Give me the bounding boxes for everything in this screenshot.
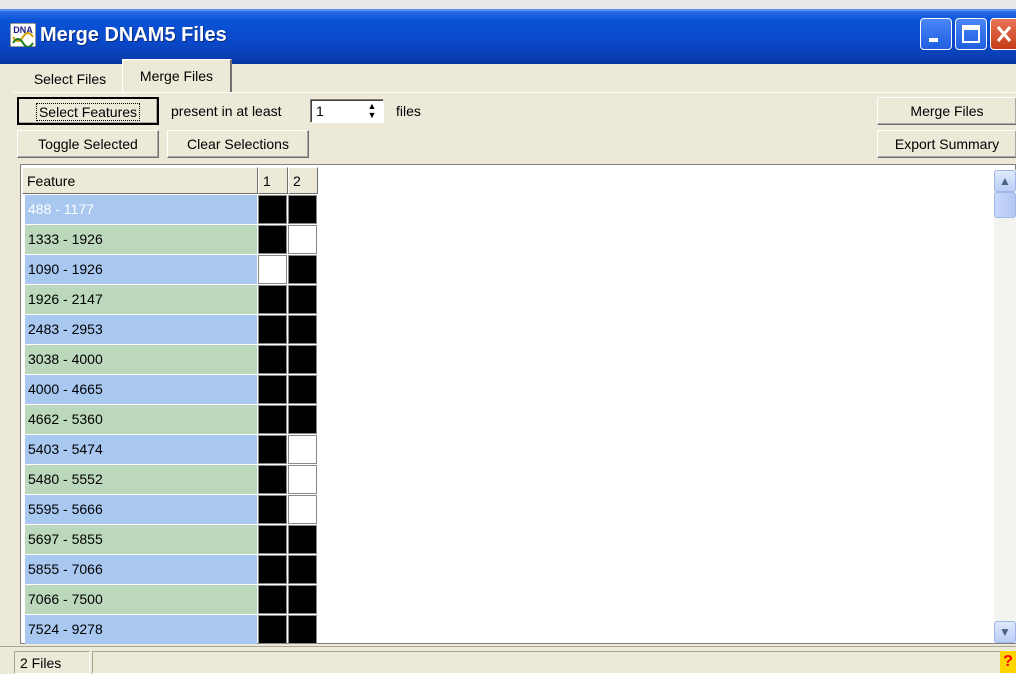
status-file-count: 2 Files [14, 651, 90, 674]
spin-arrows-icon[interactable]: ▲ ▼ [363, 102, 381, 120]
table-row[interactable]: 4662 - 5360 [22, 405, 318, 435]
present-label: present in at least [171, 103, 282, 119]
feature-label[interactable]: 4662 - 5360 [25, 405, 257, 434]
header-feature[interactable]: Feature [22, 167, 258, 194]
table-row[interactable]: 7524 - 9278 [22, 615, 318, 644]
table-row[interactable]: 1090 - 1926 [22, 255, 318, 285]
feature-label[interactable]: 488 - 1177 [25, 195, 257, 224]
select-features-button[interactable]: Select Features [17, 97, 159, 125]
export-summary-button[interactable]: Export Summary [877, 130, 1016, 158]
feature-label[interactable]: 1090 - 1926 [25, 255, 257, 284]
grid-header: Feature 1 2 [22, 167, 318, 194]
table-row[interactable]: 1926 - 2147 [22, 285, 318, 315]
presence-cell-file-2[interactable] [288, 585, 317, 614]
table-row[interactable]: 5697 - 5855 [22, 525, 318, 555]
minimize-button[interactable] [920, 18, 952, 50]
presence-cell-file-1[interactable] [258, 255, 287, 284]
maximize-button[interactable] [955, 18, 987, 50]
table-row[interactable]: 5403 - 5474 [22, 435, 318, 465]
feature-label[interactable]: 2483 - 2953 [25, 315, 257, 344]
clear-selections-button[interactable]: Clear Selections [167, 130, 309, 158]
min-files-spinner[interactable]: 1 ▲ ▼ [310, 99, 384, 123]
tab-merge-files[interactable]: Merge Files [122, 59, 232, 93]
presence-cell-file-2[interactable] [288, 435, 317, 464]
header-file-2[interactable]: 2 [288, 167, 318, 194]
min-files-value[interactable]: 1 [316, 100, 324, 122]
tab-divider [14, 92, 1016, 93]
header-file-1[interactable]: 1 [258, 167, 288, 194]
presence-cell-file-2[interactable] [288, 255, 317, 284]
presence-cell-file-2[interactable] [288, 225, 317, 254]
minimize-icon [929, 38, 938, 42]
scroll-up-icon[interactable]: ▲ [994, 170, 1016, 192]
table-row[interactable]: 488 - 1177 [22, 195, 318, 225]
grid-rows: 488 - 1177 1333 - 1926 1090 - 1926 1926 - 2… [22, 195, 318, 644]
scroll-down-icon[interactable]: ▼ [994, 621, 1016, 643]
feature-label[interactable]: 7066 - 7500 [25, 585, 257, 614]
presence-cell-file-2[interactable] [288, 315, 317, 344]
close-button[interactable] [990, 18, 1016, 50]
feature-label[interactable]: 5697 - 5855 [25, 525, 257, 554]
presence-cell-file-2[interactable] [288, 615, 317, 644]
table-row[interactable]: 2483 - 2953 [22, 315, 318, 345]
close-icon [996, 26, 1012, 42]
presence-cell-file-2[interactable] [288, 405, 317, 434]
presence-cell-file-1[interactable] [258, 285, 287, 314]
merge-files-button[interactable]: Merge Files [877, 97, 1016, 125]
dna-app-icon[interactable]: DNA [9, 22, 37, 48]
feature-label[interactable]: 7524 - 9278 [25, 615, 257, 644]
feature-label[interactable]: 5480 - 5552 [25, 465, 257, 494]
window-title: Merge DNAM5 Files [40, 24, 227, 46]
presence-cell-file-1[interactable] [258, 195, 287, 224]
help-icon[interactable]: ? [1000, 651, 1016, 673]
presence-cell-file-1[interactable] [258, 345, 287, 374]
feature-label[interactable]: 4000 - 4665 [25, 375, 257, 404]
presence-cell-file-2[interactable] [288, 375, 317, 404]
scroll-thumb[interactable] [994, 192, 1016, 218]
feature-label[interactable]: 5595 - 5666 [25, 495, 257, 524]
toggle-selected-button[interactable]: Toggle Selected [17, 130, 159, 158]
feature-label[interactable]: 5403 - 5474 [25, 435, 257, 464]
presence-cell-file-2[interactable] [288, 195, 317, 224]
presence-cell-file-1[interactable] [258, 225, 287, 254]
presence-cell-file-1[interactable] [258, 615, 287, 644]
presence-cell-file-2[interactable] [288, 345, 317, 374]
presence-cell-file-2[interactable] [288, 465, 317, 494]
table-row[interactable]: 4000 - 4665 [22, 375, 318, 405]
table-row[interactable]: 3038 - 4000 [22, 345, 318, 375]
presence-cell-file-2[interactable] [288, 285, 317, 314]
presence-cell-file-1[interactable] [258, 585, 287, 614]
feature-label[interactable]: 5855 - 7066 [25, 555, 257, 584]
presence-cell-file-1[interactable] [258, 405, 287, 434]
presence-cell-file-2[interactable] [288, 525, 317, 554]
presence-cell-file-1[interactable] [258, 315, 287, 344]
table-row[interactable]: 7066 - 7500 [22, 585, 318, 615]
feature-label[interactable]: 3038 - 4000 [25, 345, 257, 374]
presence-cell-file-1[interactable] [258, 465, 287, 494]
feature-label[interactable]: 1926 - 2147 [25, 285, 257, 314]
table-row[interactable]: 5595 - 5666 [22, 495, 318, 525]
presence-cell-file-1[interactable] [258, 525, 287, 554]
feature-label[interactable]: 1333 - 1926 [25, 225, 257, 254]
select-features-label: Select Features [35, 103, 141, 121]
table-row[interactable]: 5480 - 5552 [22, 465, 318, 495]
presence-cell-file-1[interactable] [258, 375, 287, 404]
presence-cell-file-2[interactable] [288, 555, 317, 584]
files-label: files [396, 103, 421, 119]
tab-select-files[interactable]: Select Files [20, 66, 120, 93]
presence-cell-file-1[interactable] [258, 435, 287, 464]
status-panel [92, 651, 1014, 674]
table-row[interactable]: 5855 - 7066 [22, 555, 318, 585]
presence-cell-file-1[interactable] [258, 495, 287, 524]
presence-cell-file-1[interactable] [258, 555, 287, 584]
table-row[interactable]: 1333 - 1926 [22, 225, 318, 255]
vertical-scrollbar[interactable]: ▲ ▼ [994, 170, 1016, 643]
maximize-icon [962, 25, 980, 43]
presence-cell-file-2[interactable] [288, 495, 317, 524]
